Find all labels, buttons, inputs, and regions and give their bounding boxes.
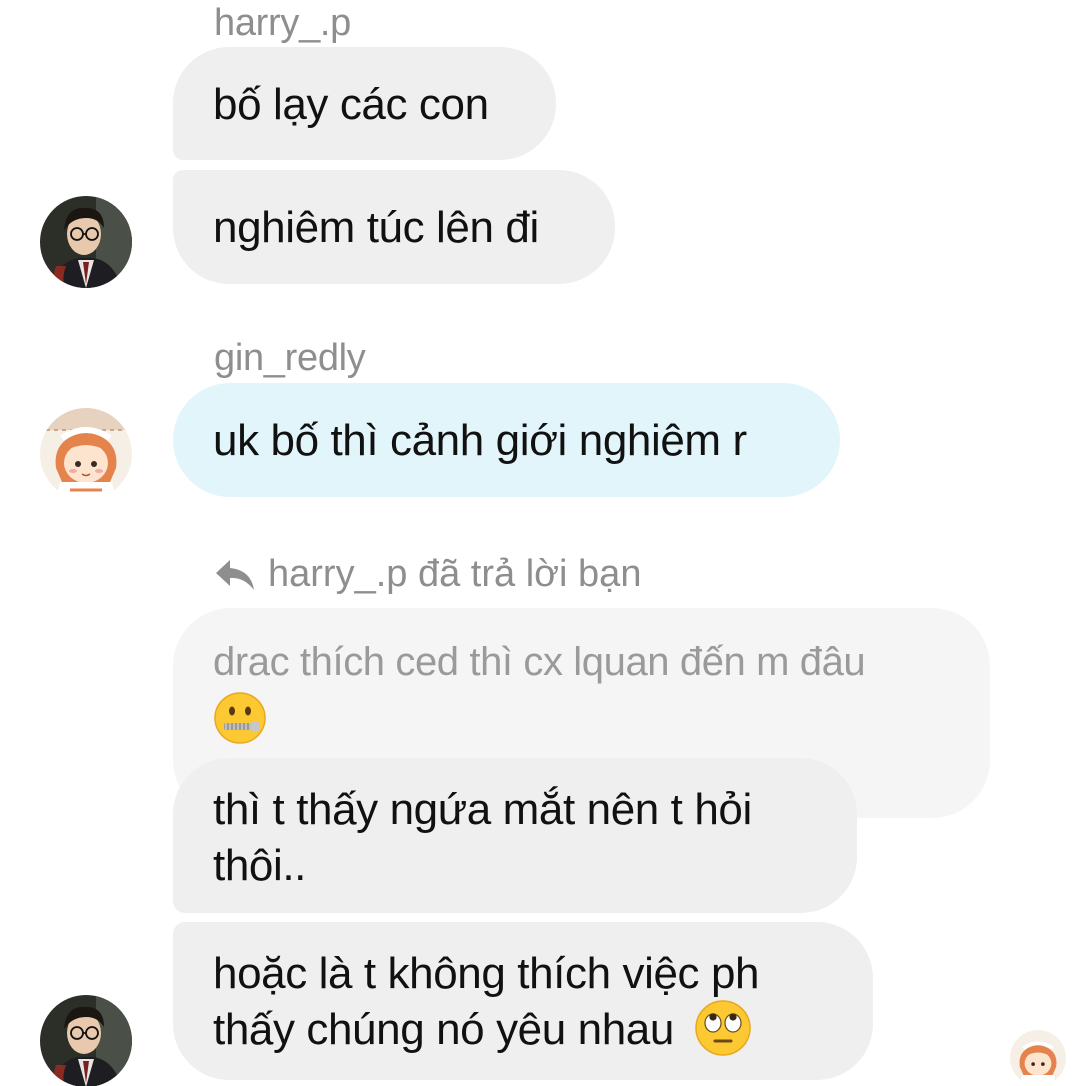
message-text: bố lạy các con (213, 80, 489, 129)
chat-thread: harry_.p bố lạy các con nghiêm túc lên đ… (0, 0, 1080, 1086)
message-text: uk bố thì cảnh giới nghiêm r (213, 416, 747, 465)
quoted-text: drac thích ced thì cx lquan đến m đâu (213, 640, 866, 684)
message-text-line: thấy chúng nó yêu nhau (213, 1005, 674, 1054)
reply-notice-text: harry_.p đã trả lời bạn (268, 553, 642, 595)
zipper-mouth-face-icon (214, 692, 266, 745)
message-bubble[interactable]: hoặc là t không thích việc ph thấy chúng… (173, 922, 873, 1080)
sender-name: harry_.p (214, 2, 352, 44)
reply-notice: harry_.p đã trả lời bạn (214, 553, 641, 596)
face-with-rolling-eyes-icon (695, 1000, 751, 1057)
avatar-image (40, 408, 132, 500)
seen-receipt-avatar (1010, 1030, 1066, 1086)
message-bubble[interactable]: uk bố thì cảnh giới nghiêm r (173, 383, 840, 497)
seen-avatar-image (1010, 1030, 1066, 1086)
message-text-line: thì t thấy ngứa mắt nên t hỏi (213, 785, 752, 834)
avatar-image (40, 995, 132, 1086)
message-text-line: thôi.. (213, 841, 306, 890)
sender-name: gin_redly (214, 337, 366, 379)
quoted-emoji-row (213, 690, 950, 745)
message-bubble[interactable]: nghiêm túc lên đi (173, 170, 615, 284)
avatar-harry[interactable] (40, 196, 132, 288)
avatar-image (40, 196, 132, 288)
message-text-line: hoặc là t không thích việc ph (213, 949, 760, 998)
avatar-gin[interactable] (40, 408, 132, 500)
avatar-harry[interactable] (40, 995, 132, 1086)
message-text: nghiêm túc lên đi (213, 203, 539, 252)
message-bubble[interactable]: thì t thấy ngứa mắt nên t hỏi thôi.. (173, 758, 857, 913)
message-bubble[interactable]: bố lạy các con (173, 47, 556, 160)
reply-arrow-icon (216, 559, 254, 590)
